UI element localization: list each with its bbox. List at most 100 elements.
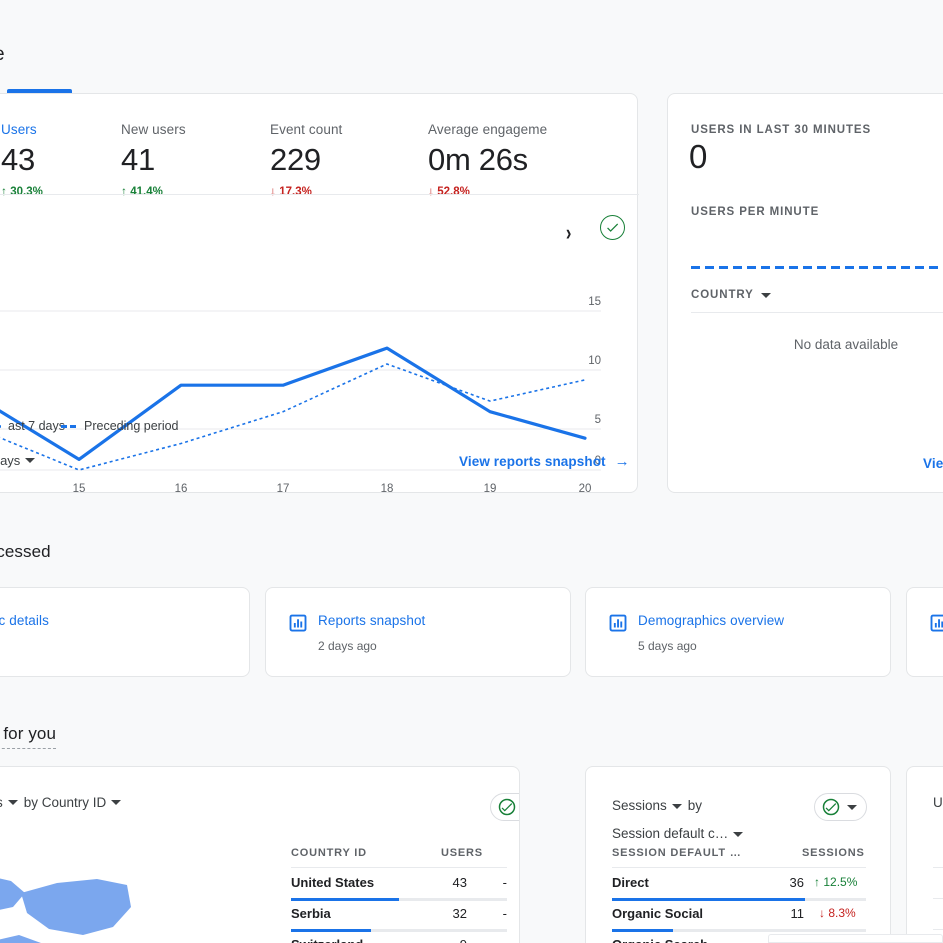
dimension-dropdown[interactable]: Session default c… — [612, 823, 744, 845]
analytics-home-page: e Users 43 ↑ 30.3% New users 41 ↑ 41.4% … — [0, 0, 943, 943]
legend-item-preceding-period[interactable]: Preceding period — [61, 419, 179, 433]
legend-label: ast 7 days — [8, 419, 65, 433]
divider — [612, 867, 866, 868]
legend-label: Preceding period — [84, 419, 179, 433]
table-col-dimension: COUNTRY ID — [291, 847, 367, 859]
card-header-sessions-by-channel: Sessions by Session default c… — [612, 795, 752, 845]
divider — [933, 929, 943, 930]
chevron-down-icon — [733, 831, 744, 837]
world-map-svg — [0, 849, 135, 943]
check-circle-icon — [498, 798, 516, 816]
metric-average-engagement[interactable]: Average engageme 0m 26s ↓ 52.8% — [428, 122, 547, 198]
x-tick-16: 16 — [174, 483, 188, 495]
date-range-selector[interactable]: 7 days — [0, 453, 36, 468]
row-value: 36 — [789, 875, 804, 890]
table-col-metric: USERS — [441, 847, 483, 859]
divider — [933, 898, 943, 899]
divider — [691, 312, 943, 313]
recent-card-demographic-details[interactable]: Demographic details today — [0, 587, 250, 677]
metric-dropdown[interactable]: s — [0, 795, 18, 810]
x-tick-17: 17 — [276, 483, 290, 495]
recent-card-reports-snapshot[interactable]: Reports snapshot 2 days ago — [265, 587, 571, 677]
x-tick-20: 20 — [578, 483, 592, 495]
metric-dropdown[interactable]: Sessions — [612, 795, 682, 817]
divider — [291, 867, 507, 868]
row-bar — [612, 929, 866, 932]
recent-card-title: Demographics overview — [638, 613, 785, 628]
card-header-users-by-country: s by Country ID — [0, 795, 122, 810]
chart-svg — [0, 310, 601, 471]
legend-swatch-solid — [0, 424, 1, 428]
page-title: e — [0, 44, 5, 66]
metric-value: 43 — [1, 142, 35, 177]
metric-label: s — [0, 795, 3, 810]
realtime-users-label: USERS IN LAST 30 MINUTES — [691, 124, 872, 136]
metric-value: 229 — [270, 142, 321, 177]
insight-quality-dropdown[interactable] — [814, 793, 867, 821]
recent-card-title: Demographic details — [0, 613, 49, 628]
realtime-dimension-selector[interactable]: COUNTRY — [691, 289, 771, 301]
y-tick-10: 10 — [588, 355, 601, 367]
x-tick-15: 15 — [72, 483, 86, 495]
divider — [933, 867, 943, 868]
legend-swatch-dashed — [61, 424, 77, 428]
metric-label: New users — [121, 122, 186, 137]
metric-value: 0m 26s — [428, 142, 528, 177]
bar-chart-icon — [609, 614, 627, 632]
recent-card-demographics-overview[interactable]: Demographics overview 5 days ago — [585, 587, 891, 677]
world-map[interactable] — [0, 849, 135, 943]
row-name: Direct — [612, 875, 649, 890]
by-label: by — [687, 798, 703, 813]
card-header-partial: Us — [933, 795, 943, 810]
suggested-card-sessions-by-channel: Sessions by Session default c… SESSION D… — [585, 766, 891, 943]
view-reports-snapshot-link[interactable]: View reports snapshot → — [459, 453, 630, 470]
chevron-down-icon — [671, 803, 682, 809]
metric-new-users[interactable]: New users 41 ↑ 41.4% — [121, 122, 186, 198]
dimension-dropdown[interactable]: by Country ID — [24, 795, 122, 810]
recent-card-partial[interactable] — [906, 587, 943, 677]
realtime-users-value: 0 — [689, 138, 708, 175]
metric-label: Event count — [270, 122, 343, 137]
row-name: United States — [291, 875, 375, 890]
date-range-label: 7 days — [0, 453, 21, 468]
chart-legend: ast 7 days Preceding period — [0, 419, 639, 439]
y-tick-15: 15 — [588, 296, 601, 308]
row-name: Serbia — [291, 906, 331, 921]
section-title-recently-accessed: tly accessed — [0, 542, 51, 561]
check-circle-icon — [822, 798, 840, 816]
suggested-card-users-by-country: s by Country ID — [0, 766, 520, 943]
row-delta: - — [502, 906, 507, 921]
users-trend-chart: 15 10 5 0 15 16 17 18 19 20 — [0, 195, 639, 495]
metric-event-count[interactable]: Event count 229 ↓ 17.3% — [270, 122, 342, 198]
arrow-up-icon: ↑ — [814, 875, 820, 889]
table-col-metric: SESSIONS — [802, 847, 865, 859]
section-title-suggested-for-you: sted for you — [0, 724, 57, 749]
page-header: e — [0, 0, 943, 93]
arrow-down-icon: ↓ — [819, 906, 825, 920]
legend-item-last-7-days[interactable]: ast 7 days — [0, 419, 65, 433]
chevron-down-icon — [7, 800, 18, 805]
dimension-label: by Country ID — [23, 795, 107, 810]
arrow-right-icon: → — [614, 453, 630, 470]
insight-quality-dropdown[interactable] — [490, 793, 519, 821]
metric-users[interactable]: Users 43 ↑ 30.3% — [1, 122, 43, 198]
row-bar — [291, 898, 507, 901]
bar-chart-icon — [930, 614, 943, 632]
metric-value: 41 — [121, 142, 155, 177]
row-delta: ↑ 12.5% — [814, 875, 858, 889]
row-bar — [291, 929, 507, 932]
suggested-card-partial: Us — [906, 766, 943, 943]
recent-card-time: 2 days ago — [318, 639, 377, 653]
metric-label: Users — [1, 122, 37, 137]
chevron-down-icon — [111, 800, 122, 805]
row-name: Switzerland — [291, 937, 363, 943]
x-tick-19: 19 — [483, 483, 497, 495]
chevron-down-icon — [847, 804, 857, 810]
link-label: View reports snapshot — [459, 454, 606, 469]
row-value: 11 — [790, 906, 805, 921]
view-realtime-link[interactable]: View — [923, 456, 943, 471]
bar-chart-icon — [289, 614, 307, 632]
row-value: 43 — [452, 875, 467, 890]
chevron-down-icon — [760, 292, 771, 298]
no-data-message: No data available — [793, 337, 899, 352]
